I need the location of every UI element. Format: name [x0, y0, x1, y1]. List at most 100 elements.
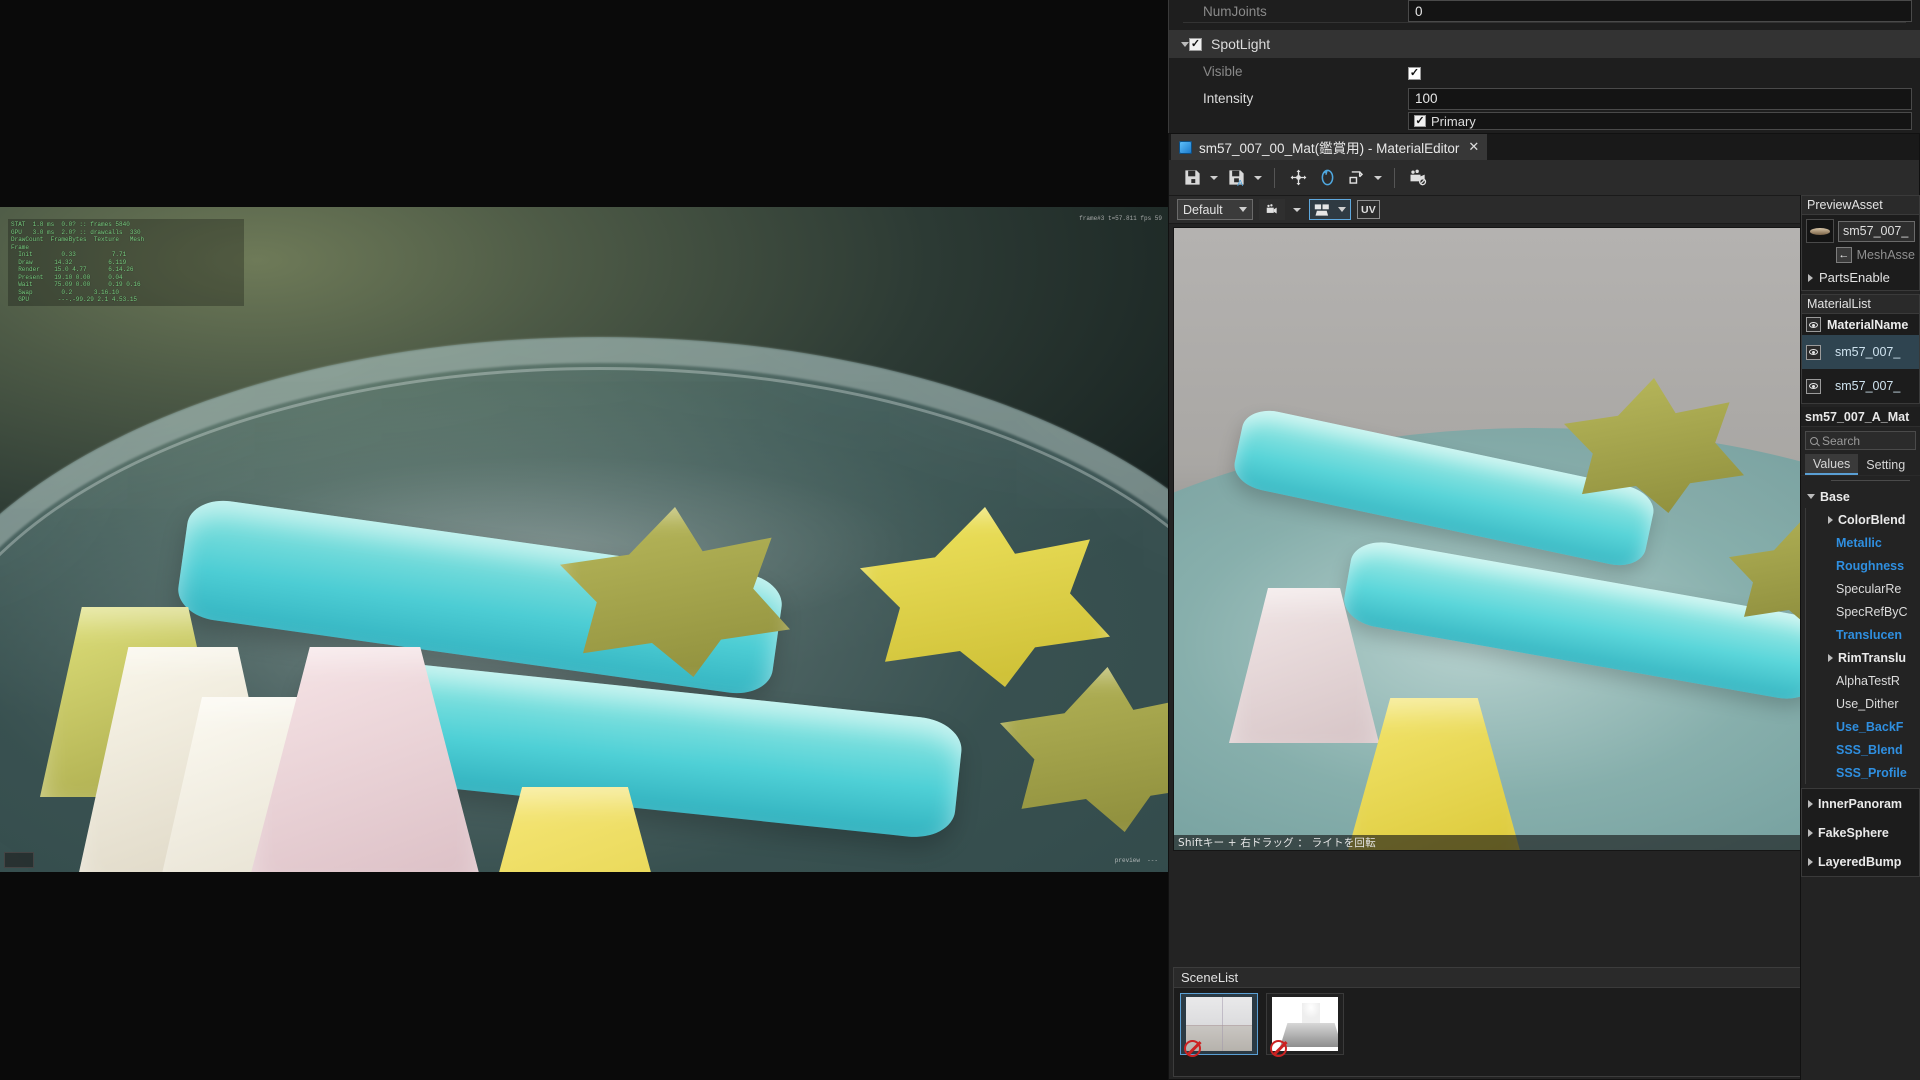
cube-icon: [1179, 140, 1192, 154]
chevron-right-icon[interactable]: [1808, 857, 1813, 866]
tree-node-specrefbyc[interactable]: SpecRefByC: [1806, 600, 1916, 623]
tree-node-innerpanorama[interactable]: InnerPanoram: [1802, 789, 1919, 818]
primary-checkbox[interactable]: ✓: [1414, 115, 1426, 127]
property-group-spotlight[interactable]: ✓ SpotLight: [1169, 30, 1920, 58]
property-row-intensity[interactable]: Intensity 100: [1169, 85, 1920, 112]
visible-label: Visible: [1203, 64, 1243, 79]
chevron-down-icon[interactable]: [1807, 494, 1815, 499]
tree-node-use-dither[interactable]: Use_Dither: [1806, 692, 1916, 715]
chevron-right-icon[interactable]: [1808, 828, 1813, 837]
preset-value: Default: [1183, 202, 1223, 217]
eye-icon[interactable]: [1806, 378, 1821, 394]
chevron-right-icon[interactable]: [1828, 653, 1833, 662]
property-tree: Base ColorBlend Metallic Roughness Specu…: [1801, 483, 1920, 784]
move-gizmo-icon[interactable]: [1285, 165, 1311, 191]
grid-line-horizontal: [1186, 1025, 1252, 1026]
search-input[interactable]: Search: [1805, 431, 1916, 450]
tree-node-roughness[interactable]: Roughness: [1806, 554, 1916, 577]
chevron-right-icon[interactable]: [1808, 273, 1813, 282]
preview-asset-title: PreviewAsset: [1802, 196, 1919, 215]
intensity-field[interactable]: 100: [1408, 87, 1912, 110]
tree-node-label: Use_Dither: [1836, 696, 1899, 711]
uv-toggle-button[interactable]: UV: [1357, 200, 1380, 219]
save-dropdown-caret[interactable]: [1208, 165, 1220, 191]
tree-node-label: Use_BackF: [1836, 719, 1904, 734]
viewport-stat-overlay: STAT 1.8 ms 0.0? :: frames 5840 GPU 3.0 …: [8, 219, 244, 306]
property-row-primary[interactable]: ✓ Primary: [1169, 112, 1920, 130]
layout-view-button[interactable]: [1309, 199, 1351, 220]
chevron-down-icon[interactable]: [1181, 41, 1189, 47]
intensity-label: Intensity: [1203, 91, 1254, 106]
camera-icon: [1266, 203, 1277, 213]
property-row-visible[interactable]: Visible ✓: [1169, 58, 1920, 85]
bottom-property-groups: InnerPanoram FakeSphere LayeredBump: [1801, 788, 1920, 877]
tree-node-translucen[interactable]: Translucen: [1806, 623, 1916, 646]
numjoints-label: NumJoints: [1203, 3, 1267, 19]
tree-node-label: FakeSphere: [1818, 825, 1889, 840]
tree-node-label: SSS_Blend: [1836, 742, 1903, 757]
camera-view-button[interactable]: [1259, 199, 1285, 220]
material-list-row[interactable]: sm57_007_: [1802, 369, 1919, 403]
tree-node-label: SpecRefByC: [1836, 604, 1908, 619]
tree-node-use-backf[interactable]: Use_BackF: [1806, 715, 1916, 738]
scene-list-item[interactable]: [1266, 993, 1344, 1057]
tab-values[interactable]: Values: [1805, 454, 1859, 475]
asset-thumbnail: [1806, 219, 1834, 243]
layout-caret-icon: [1338, 207, 1346, 212]
tab-settings[interactable]: Setting: [1858, 454, 1913, 475]
camera-settings-icon[interactable]: [1405, 165, 1431, 191]
parts-enable-label: PartsEnable: [1819, 270, 1890, 285]
spotlight-checkbox[interactable]: ✓: [1189, 37, 1202, 51]
property-row-numjoints[interactable]: NumJoints 0: [1169, 0, 1920, 22]
base-children: ColorBlend Metallic Roughness SpecularRe…: [1805, 508, 1916, 784]
layout-grid-icon: [1314, 203, 1329, 216]
material-list-group: MaterialList MaterialName sm57_007_ sm57…: [1801, 294, 1920, 404]
tree-node-rimtranslu[interactable]: RimTranslu: [1806, 646, 1916, 669]
viewport-gizmo: [4, 852, 34, 868]
tree-node-label: Base: [1820, 489, 1850, 504]
main-3d-viewport[interactable]: STAT 1.8 ms 0.0? :: frames 5840 GPU 3.0 …: [0, 207, 1168, 872]
undo-dropdown-caret[interactable]: [1372, 165, 1384, 191]
tree-node-sss-blend[interactable]: SSS_Blend: [1806, 738, 1916, 761]
material-properties-header: sm57_007_A_Mat: [1801, 407, 1920, 427]
close-icon[interactable]: ✕: [1468, 139, 1479, 155]
tree-node-label: Roughness: [1836, 558, 1905, 573]
material-row-name: sm57_007_: [1835, 345, 1901, 359]
tree-node-metallic[interactable]: Metallic: [1806, 531, 1916, 554]
chevron-right-icon[interactable]: [1808, 799, 1813, 808]
tab-material-editor[interactable]: sm57_007_00_Mat(鑑賞用) - MaterialEditor ✕: [1171, 134, 1488, 160]
tree-node-layeredbump[interactable]: LayeredBump: [1802, 847, 1919, 876]
numjoints-field[interactable]: 0: [1408, 0, 1912, 22]
camera-view-caret[interactable]: [1291, 197, 1303, 223]
tree-node-fakesphere[interactable]: FakeSphere: [1802, 818, 1919, 847]
visible-checkbox[interactable]: ✓: [1408, 66, 1421, 80]
save-as-button[interactable]: A: [1223, 165, 1249, 191]
tree-node-specularre[interactable]: SpecularRe: [1806, 577, 1916, 600]
parts-enable-row[interactable]: PartsEnable: [1802, 267, 1919, 290]
material-list-row[interactable]: sm57_007_: [1802, 335, 1919, 369]
divider: [1831, 480, 1910, 481]
material-list-title: MaterialList: [1802, 295, 1919, 314]
tree-node-label: SSS_Profile: [1836, 765, 1907, 780]
save-button[interactable]: [1179, 165, 1205, 191]
preview-asset-row: sm57_007_: [1802, 215, 1919, 247]
property-tabs: Values Setting: [1801, 454, 1920, 476]
eye-icon[interactable]: [1806, 317, 1821, 332]
rotate-gizmo-icon[interactable]: [1314, 165, 1340, 191]
viewport-render: STAT 1.8 ms 0.0? :: frames 5840 GPU 3.0 …: [0, 207, 1168, 872]
save-as-dropdown-caret[interactable]: [1252, 165, 1264, 191]
arrow-left-icon[interactable]: ←: [1836, 247, 1852, 263]
preset-select[interactable]: Default: [1177, 199, 1253, 220]
tree-node-sss-profile[interactable]: SSS_Profile: [1806, 761, 1916, 784]
chevron-right-icon[interactable]: [1828, 515, 1833, 524]
eye-icon[interactable]: [1806, 344, 1821, 360]
tree-node-label: RimTranslu: [1838, 650, 1907, 665]
undo-arrow-icon[interactable]: [1343, 165, 1369, 191]
asset-name-field[interactable]: sm57_007_: [1838, 220, 1915, 242]
scene-list-item[interactable]: [1180, 993, 1258, 1057]
tree-node-alphatestr[interactable]: AlphaTestR: [1806, 669, 1916, 692]
tree-node-base[interactable]: Base: [1801, 485, 1920, 508]
tree-node-colorblend[interactable]: ColorBlend: [1806, 508, 1916, 531]
no-entry-icon: [1270, 1040, 1287, 1057]
primary-label: Primary: [1431, 113, 1476, 129]
